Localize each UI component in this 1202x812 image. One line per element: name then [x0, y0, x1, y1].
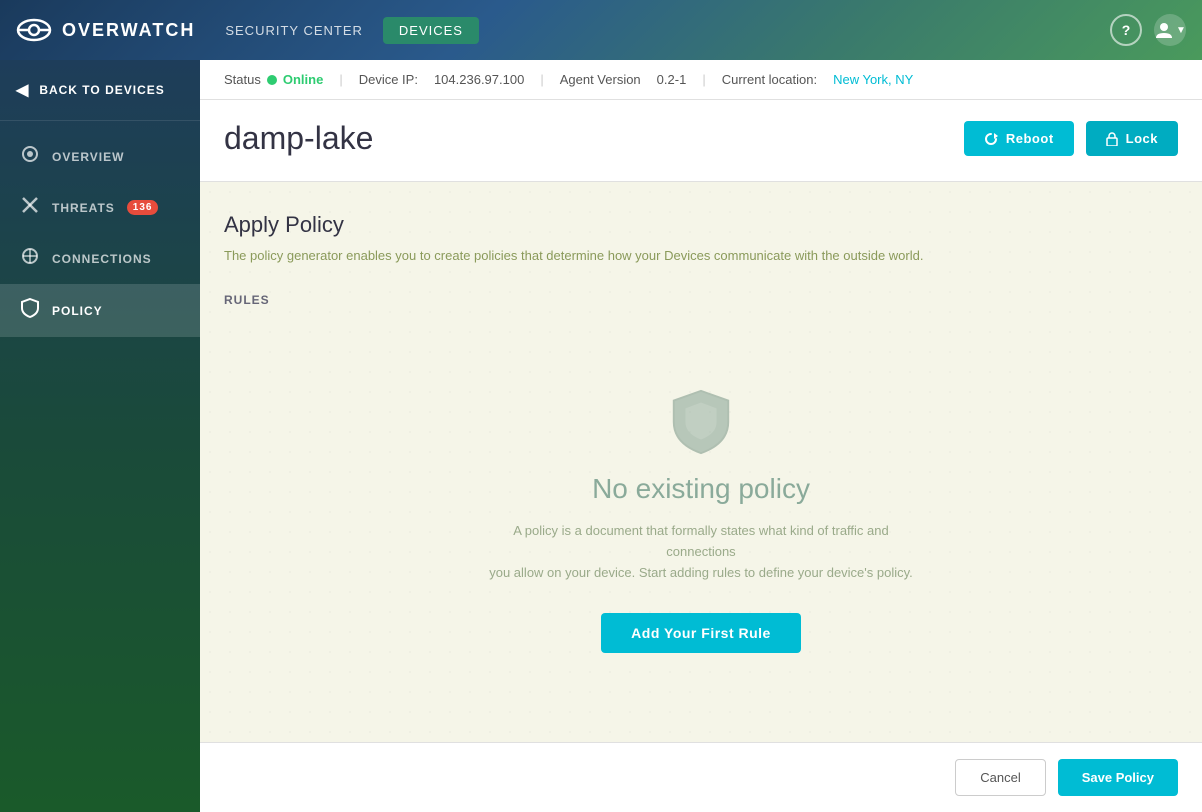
threats-icon: [20, 196, 40, 219]
policy-content: Apply Policy The policy generator enable…: [200, 182, 1202, 742]
logo-text: OVERWATCH: [62, 20, 195, 41]
device-ip-label: Device IP:: [359, 72, 418, 87]
policy-label: POLICY: [52, 304, 103, 318]
policy-icon: [20, 298, 40, 323]
status-bar: Status Online | Device IP: 104.236.97.10…: [200, 60, 1202, 100]
connections-icon: [20, 247, 40, 270]
top-nav: OVERWATCH SECURITY CENTER DEVICES ? ▼: [0, 0, 1202, 60]
sep1: |: [339, 72, 342, 87]
nav-links: SECURITY CENTER DEVICES: [225, 17, 1110, 44]
policy-title: Apply Policy: [224, 212, 1178, 238]
nav-right: ? ▼: [1110, 14, 1186, 46]
sidebar: ◀ BACK TO DEVICES OVERVIEW: [0, 60, 200, 812]
sidebar-item-connections[interactable]: CONNECTIONS: [0, 233, 200, 284]
header-actions: Reboot Lock: [964, 121, 1178, 156]
cancel-button[interactable]: Cancel: [955, 759, 1045, 796]
user-menu-button[interactable]: ▼: [1154, 14, 1186, 46]
rules-label: RULES: [224, 293, 1178, 307]
device-ip-value: 104.236.97.100: [434, 72, 524, 87]
add-first-rule-button[interactable]: Add Your First Rule: [601, 613, 801, 653]
current-location-value[interactable]: New York, NY: [833, 72, 913, 87]
status-value: Online: [283, 72, 323, 87]
empty-policy-title: No existing policy: [592, 473, 810, 505]
overview-icon: [20, 145, 40, 168]
lock-icon: [1106, 132, 1118, 146]
sep2: |: [540, 72, 543, 87]
sep3: |: [702, 72, 705, 87]
empty-shield-icon: [669, 387, 733, 457]
sidebar-item-threats[interactable]: THREATS 136: [0, 182, 200, 233]
save-policy-button[interactable]: Save Policy: [1058, 759, 1178, 796]
lock-button[interactable]: Lock: [1086, 121, 1178, 156]
footer-actions: Cancel Save Policy: [200, 742, 1202, 812]
back-to-devices-button[interactable]: ◀ BACK TO DEVICES: [0, 60, 200, 121]
status-label: Status: [224, 72, 261, 87]
logo-icon: [16, 12, 52, 48]
empty-state: No existing policy A policy is a documen…: [224, 327, 1178, 713]
empty-policy-description: A policy is a document that formally sta…: [481, 521, 921, 583]
logo-area: OVERWATCH: [16, 12, 195, 48]
sidebar-item-overview[interactable]: OVERVIEW: [0, 131, 200, 182]
content-area: Status Online | Device IP: 104.236.97.10…: [200, 60, 1202, 812]
device-name: damp-lake: [224, 120, 373, 157]
overview-label: OVERVIEW: [52, 150, 124, 164]
threats-label: THREATS: [52, 201, 115, 215]
agent-version-value: 0.2-1: [657, 72, 687, 87]
status-indicator: Status Online: [224, 72, 323, 87]
agent-version-label: Agent Version: [560, 72, 641, 87]
connections-label: CONNECTIONS: [52, 252, 152, 266]
reboot-icon: [984, 132, 998, 146]
devices-link[interactable]: DEVICES: [383, 17, 479, 44]
help-button[interactable]: ?: [1110, 14, 1142, 46]
back-label: BACK TO DEVICES: [39, 83, 164, 97]
sidebar-nav: OVERVIEW THREATS 136: [0, 121, 200, 347]
sidebar-item-policy[interactable]: POLICY: [0, 284, 200, 337]
back-arrow-icon: ◀: [16, 80, 29, 100]
device-header: damp-lake Reboot Lock: [200, 100, 1202, 182]
user-icon: [1154, 20, 1174, 40]
current-location-label: Current location:: [722, 72, 817, 87]
policy-description: The policy generator enables you to crea…: [224, 248, 1178, 263]
reboot-button[interactable]: Reboot: [964, 121, 1074, 156]
security-center-link[interactable]: SECURITY CENTER: [225, 23, 363, 38]
threats-badge: 136: [127, 200, 159, 215]
main-layout: ◀ BACK TO DEVICES OVERVIEW: [0, 60, 1202, 812]
status-dot: [267, 75, 277, 85]
